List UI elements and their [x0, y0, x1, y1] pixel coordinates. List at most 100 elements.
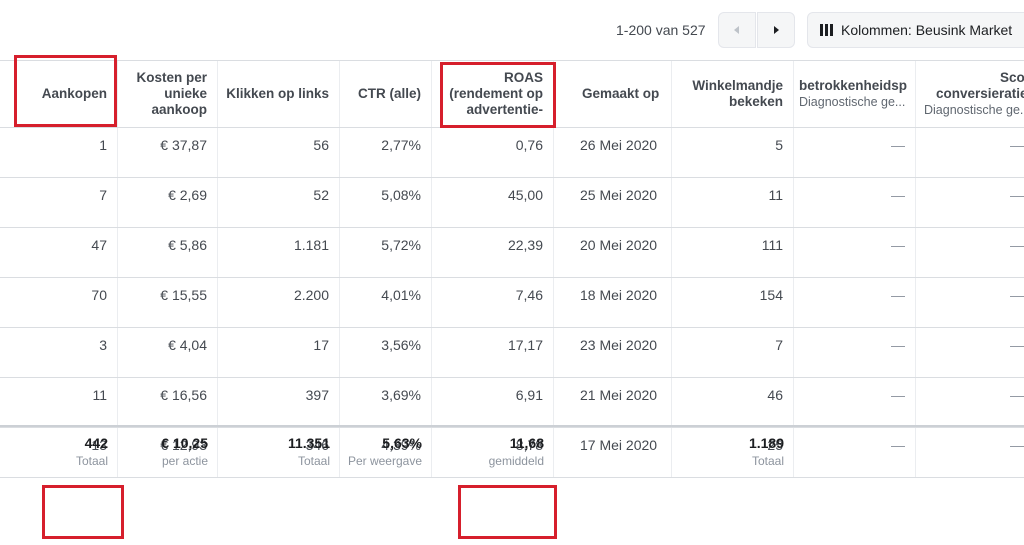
cell-score: —: [1010, 137, 1024, 153]
header-label-line: bekeken: [728, 94, 783, 109]
highlight-aankopen-total: [42, 485, 124, 539]
cell-gemaakt: 20 Mei 2020: [554, 228, 672, 277]
cell-klikken: 17: [218, 328, 340, 377]
header-label-line: aankoop: [151, 102, 207, 117]
header-label-line: betrokkenheidsp: [799, 78, 908, 93]
cell-betrokken: —: [794, 178, 916, 227]
header-label-line: conversieratie: [936, 86, 1024, 101]
header-klikken-op-links[interactable]: Klikken op links: [218, 61, 340, 127]
total-value: 11,68: [509, 435, 544, 451]
table-header: Aankopen Kosten per unieke aankoop Klikk…: [0, 60, 1024, 128]
cell-betrokken: —: [794, 228, 916, 277]
header-roas[interactable]: ROAS (rendement op advertentie-: [432, 61, 554, 127]
total-label: Per weergave: [347, 454, 422, 468]
header-aankopen[interactable]: Aankopen: [0, 61, 118, 127]
total-value: 5,63%: [382, 435, 422, 451]
total-label: Totaal: [297, 454, 330, 468]
columns-preset-button[interactable]: Kolommen: Beusink Market: [807, 12, 1024, 48]
total-value: € 10,25: [161, 435, 208, 451]
cell-betrokken: —: [794, 278, 916, 327]
cell-kosten: € 37,87: [118, 128, 218, 177]
cell-roas: 0,76: [432, 128, 554, 177]
total-label: Totaal: [75, 454, 108, 468]
cell-klikken: 52: [218, 178, 340, 227]
cell-winkel: 7: [672, 328, 794, 377]
header-sublabel: Diagnostische ge...: [924, 103, 1024, 117]
previous-page-button[interactable]: [718, 12, 756, 48]
columns-icon: [820, 24, 833, 36]
cell-klikken: 397: [218, 378, 340, 427]
cell-kosten: € 2,69: [118, 178, 218, 227]
total-roas: 11,68 gemiddeld: [432, 435, 544, 468]
cell-roas: 17,17: [432, 328, 554, 377]
highlight-roas-total: [458, 485, 557, 539]
cell-winkel: 5: [672, 128, 794, 177]
header-winkelmandje-bekeken[interactable]: Winkelmandje bekeken: [672, 61, 794, 127]
cell-aankopen: 7: [0, 178, 118, 227]
cell-klikken: 1.181: [218, 228, 340, 277]
table-row[interactable]: 7 € 2,69 52 5,08% 45,00 25 Mei 2020 11— —: [0, 178, 1024, 228]
table-row[interactable]: 3 € 4,04 17 3,56% 17,17 23 Mei 2020 7— —: [0, 328, 1024, 378]
header-score-conversieratie[interactable]: Score conversieratie Diagnostische ge...: [916, 61, 1024, 127]
header-aankopen-label: Aankopen: [41, 86, 107, 101]
cell-klikken: 2.200: [218, 278, 340, 327]
header-label-line: advertentie-: [466, 102, 543, 117]
header-betrokkenheidsp[interactable]: betrokkenheidsp Diagnostische ge...: [794, 61, 916, 127]
cell-betrokken: —: [794, 128, 916, 177]
cell-kosten: € 16,56: [118, 378, 218, 427]
cell-aankopen: 11: [0, 378, 118, 427]
cell-roas: 6,91: [432, 378, 554, 427]
cell-score: —: [1010, 237, 1024, 253]
total-kosten: € 10,25 per actie: [118, 435, 208, 468]
header-label-line: (rendement op: [449, 86, 543, 101]
total-klikken: 11.351 Totaal: [218, 435, 330, 468]
cell-aankopen: 47: [0, 228, 118, 277]
table-row[interactable]: 11 € 16,56 397 3,69% 6,91 21 Mei 2020 46— —: [0, 378, 1024, 428]
cell-roas: 7,46: [432, 278, 554, 327]
columns-preset-label: Kolommen: Beusink Market: [841, 22, 1013, 38]
cell-winkel: 111: [672, 228, 794, 277]
total-label: Totaal: [751, 454, 784, 468]
cell-score: —: [1010, 287, 1024, 303]
total-winkel: 1.189 Totaal: [672, 435, 784, 468]
cell-betrokken: —: [794, 328, 916, 377]
cell-gemaakt: 18 Mei 2020: [554, 278, 672, 327]
cell-winkel: 11: [672, 178, 794, 227]
header-label-line: Klikken op links: [226, 86, 329, 101]
header-label-line: unieke: [164, 86, 207, 101]
chevron-left-icon: [734, 26, 739, 34]
header-kosten-per-unieke-aankoop[interactable]: Kosten per unieke aankoop: [118, 61, 218, 127]
total-value: 11.351: [287, 435, 330, 451]
total-label: gemiddeld: [488, 454, 544, 468]
header-sublabel: Diagnostische ge...: [799, 95, 906, 109]
cell-aankopen: 70: [0, 278, 118, 327]
cell-ctr: 3,56%: [340, 328, 432, 377]
cell-ctr: 5,08%: [340, 178, 432, 227]
header-label-line: Winkelmandje: [692, 78, 783, 93]
table-row[interactable]: 47 € 5,86 1.181 5,72% 22,39 20 Mei 2020 111— —: [0, 228, 1024, 278]
header-label-line: Kosten per: [136, 70, 207, 85]
total-aankopen: 442 Totaal: [0, 435, 108, 468]
cell-score: —: [1010, 387, 1024, 403]
table-toolbar: 1-200 van 527 Kolommen: Beusink Market: [0, 0, 1024, 60]
cell-betrokken: —: [794, 378, 916, 427]
next-page-button[interactable]: [757, 12, 795, 48]
cell-aankopen: 1: [0, 128, 118, 177]
cell-klikken: 56: [218, 128, 340, 177]
cell-ctr: 4,01%: [340, 278, 432, 327]
cell-roas: 45,00: [432, 178, 554, 227]
cell-ctr: 2,77%: [340, 128, 432, 177]
header-label-line: ROAS: [503, 70, 543, 85]
header-ctr[interactable]: CTR (alle): [340, 61, 432, 127]
header-label-line: Gemaakt op: [582, 86, 660, 101]
table-totals-row: 442 Totaal € 10,25 per actie 11.351 Tota…: [0, 425, 1024, 485]
cell-winkel: 46: [672, 378, 794, 427]
table-row[interactable]: 1 € 37,87 56 2,77% 0,76 26 Mei 2020 5— —: [0, 128, 1024, 178]
total-value: 1.189: [748, 435, 784, 451]
cell-gemaakt: 25 Mei 2020: [554, 178, 672, 227]
table-row[interactable]: 70 € 15,55 2.200 4,01% 7,46 18 Mei 2020 154— —: [0, 278, 1024, 328]
total-ctr: 5,63% Per weergave: [340, 435, 422, 468]
header-gemaakt-op[interactable]: Gemaakt op: [554, 61, 672, 127]
cell-ctr: 5,72%: [340, 228, 432, 277]
cell-gemaakt: 26 Mei 2020: [554, 128, 672, 177]
